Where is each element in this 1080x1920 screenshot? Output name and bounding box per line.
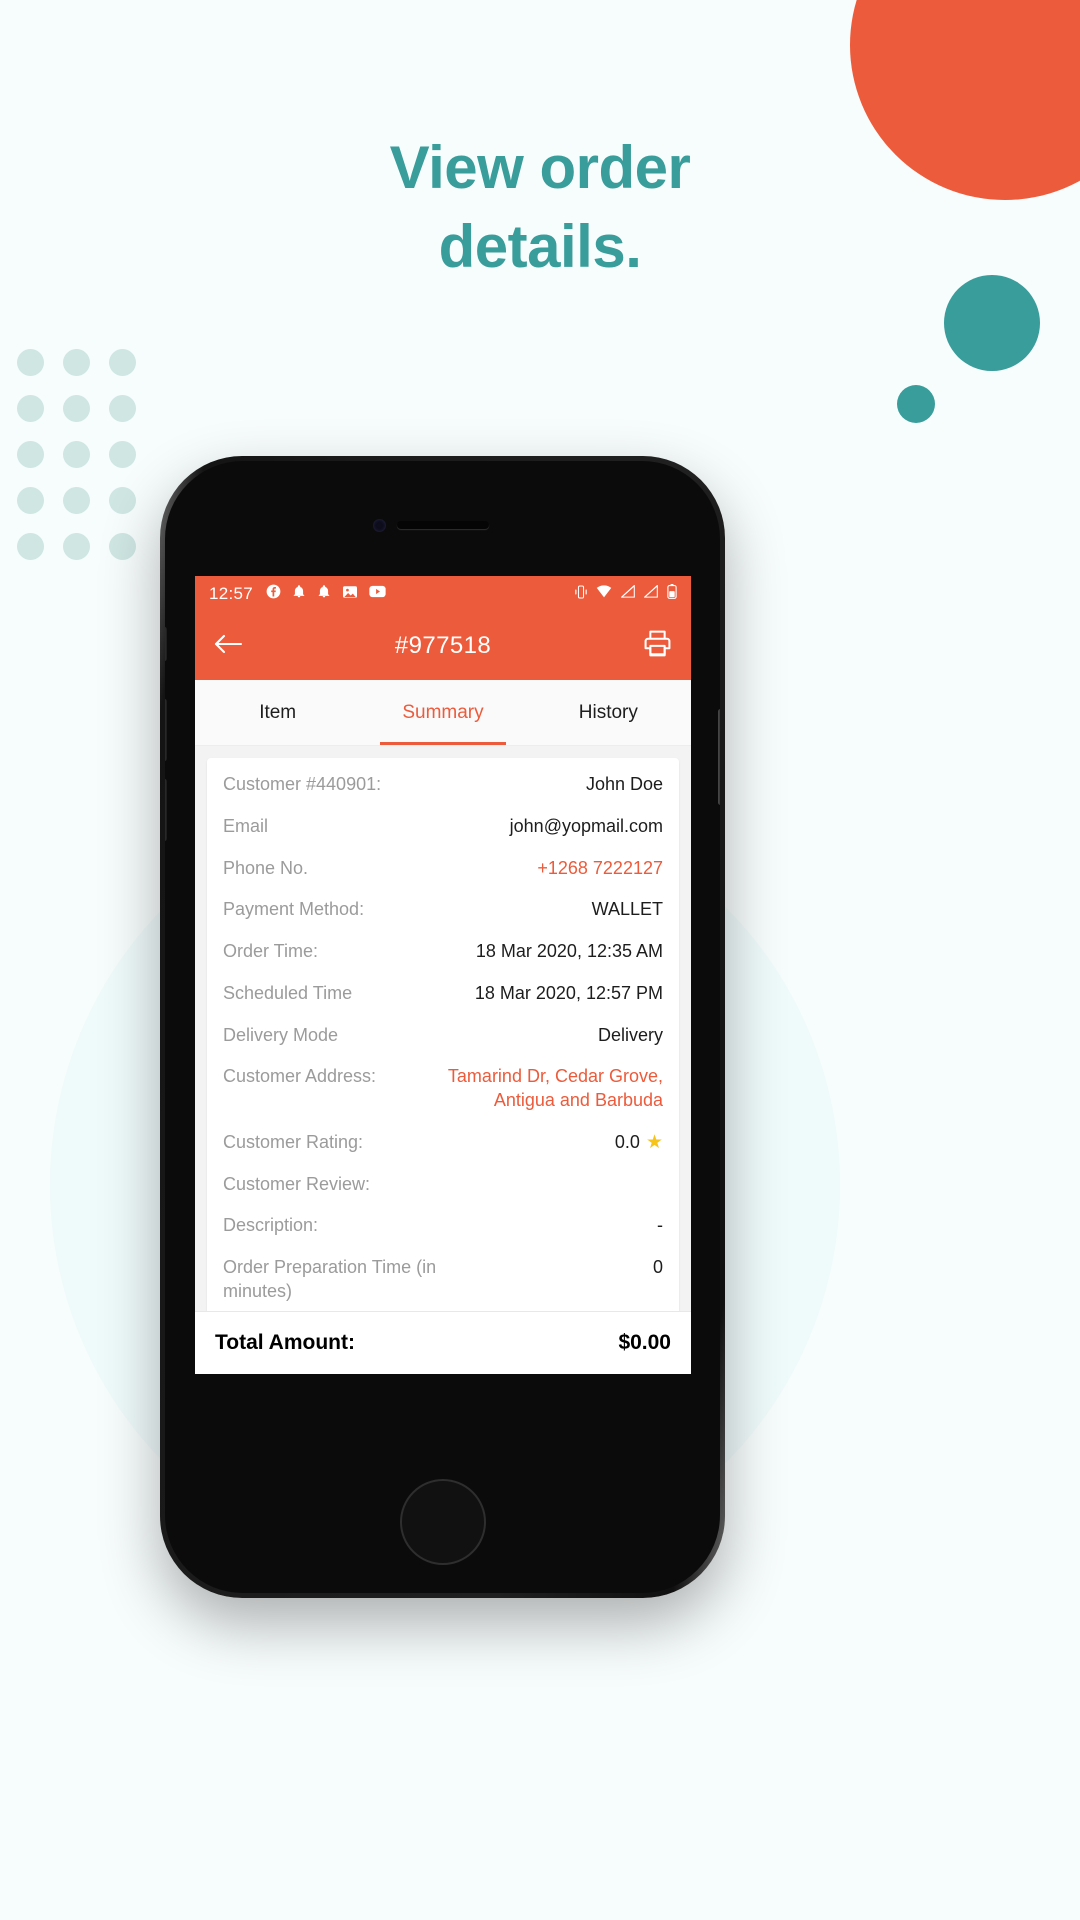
phone-power-button	[718, 709, 720, 805]
row-label: Order Time:	[223, 941, 319, 961]
decor-teal-circle-small	[897, 385, 935, 423]
table-row: Description: -	[223, 1205, 663, 1247]
row-label: Description:	[223, 1215, 319, 1236]
phone-volume-up-button	[165, 699, 167, 761]
table-row: Email john@yopmail.com	[223, 806, 663, 848]
table-row: Order Preparation Time (in minutes) 0	[223, 1247, 663, 1311]
table-row: Phone No. +1268 7222127	[223, 848, 663, 890]
printer-icon[interactable]	[642, 628, 673, 664]
summary-content: Customer #440901: John Doe Email john@yo…	[195, 746, 691, 1311]
phone-silent-switch	[165, 627, 167, 661]
star-icon: ★	[645, 1132, 663, 1154]
battery-icon	[667, 584, 677, 604]
image-icon	[342, 585, 358, 604]
row-value: John Doe	[585, 774, 663, 794]
table-row: Order Time: 18 Mar 2020, 12:35 AM	[223, 931, 663, 973]
row-value: -	[657, 1215, 663, 1236]
wifi-icon	[596, 585, 612, 603]
row-label: Customer Review:	[223, 1173, 371, 1194]
bell-icon	[292, 584, 306, 604]
row-value: Delivery	[597, 1024, 663, 1045]
tab-summary[interactable]: Summary	[360, 680, 525, 745]
row-value-rating: 0.0 ★	[377, 1131, 663, 1155]
row-label: Payment Method:	[223, 899, 365, 920]
row-label: Customer Address:	[223, 1066, 377, 1087]
table-row: Delivery Mode Delivery	[223, 1015, 663, 1057]
bell-icon	[317, 584, 331, 604]
facebook-icon	[266, 584, 281, 604]
status-bar: 12:57	[195, 576, 691, 612]
tab-bar: Item Summary History	[195, 680, 691, 746]
total-amount-bar: Total Amount: $0.00	[195, 1311, 691, 1374]
row-value: 18 Mar 2020, 12:57 PM	[474, 982, 663, 1003]
row-label: Email	[223, 815, 269, 836]
phone-home-button	[399, 1479, 486, 1565]
signal-off-icon	[620, 584, 635, 603]
total-amount-value: $0.00	[618, 1331, 671, 1354]
tab-item-label: Item	[259, 701, 297, 723]
row-value: 18 Mar 2020, 12:35 AM	[475, 941, 663, 961]
tab-summary-label: Summary	[402, 701, 484, 723]
phone-volume-down-button	[165, 779, 167, 841]
table-row: Scheduled Time 18 Mar 2020, 12:57 PM	[223, 973, 663, 1015]
tab-history-label: History	[578, 701, 638, 723]
row-value-address[interactable]: Tamarind Dr, Cedar Grove, Antigua and Ba…	[390, 1065, 663, 1113]
row-label: Customer #440901:	[223, 774, 382, 794]
status-bar-time: 12:57	[209, 584, 254, 603]
promo-headline: View order details.	[0, 128, 1080, 286]
status-bar-notification-icons	[266, 584, 386, 604]
rating-value: 0.0	[614, 1131, 640, 1152]
table-row: Payment Method: WALLET	[223, 889, 663, 931]
total-amount-label: Total Amount:	[215, 1331, 355, 1354]
decor-teal-circle-large	[944, 275, 1040, 371]
app-bar: #977518	[195, 612, 691, 680]
row-label: Order Preparation Time (in minutes)	[223, 1257, 437, 1301]
row-value: john@yopmail.com	[509, 815, 663, 836]
tab-item[interactable]: Item	[195, 680, 360, 745]
vibrate-icon	[575, 584, 587, 604]
row-label: Customer Rating:	[223, 1131, 364, 1152]
row-label: Phone No.	[223, 857, 309, 878]
decor-dot-grid	[8, 340, 146, 570]
back-arrow-icon[interactable]	[213, 632, 243, 661]
table-row: Customer #440901: John Doe	[223, 764, 663, 806]
status-bar-system-icons	[575, 584, 677, 604]
phone-body: 12:57 #977518 Item Summary History Custo…	[165, 461, 720, 1593]
row-value: WALLET	[591, 899, 663, 920]
youtube-icon	[369, 585, 386, 603]
tab-history[interactable]: History	[526, 680, 691, 745]
phone-front-camera	[373, 519, 386, 532]
phone-earpiece-speaker	[396, 521, 489, 529]
row-value-phone[interactable]: +1268 7222127	[322, 857, 663, 881]
headline-line-1: View order	[389, 134, 691, 201]
table-row: Customer Address: Tamarind Dr, Cedar Gro…	[223, 1056, 663, 1122]
row-label: Delivery Mode	[223, 1024, 339, 1045]
page-title: #977518	[394, 632, 492, 659]
phone-screen: 12:57 #977518 Item Summary History Custo…	[195, 576, 691, 1374]
table-row: Customer Rating: 0.0 ★	[223, 1122, 663, 1164]
table-row: Customer Review:	[223, 1164, 663, 1206]
phone-mockup: 12:57 #977518 Item Summary History Custo…	[160, 456, 725, 1598]
row-label: Scheduled Time	[223, 982, 353, 1003]
row-value: 0	[652, 1257, 663, 1277]
order-details-card: Customer #440901: John Doe Email john@yo…	[207, 758, 679, 1311]
headline-line-2: details.	[438, 213, 642, 281]
signal-off-icon	[643, 584, 658, 603]
